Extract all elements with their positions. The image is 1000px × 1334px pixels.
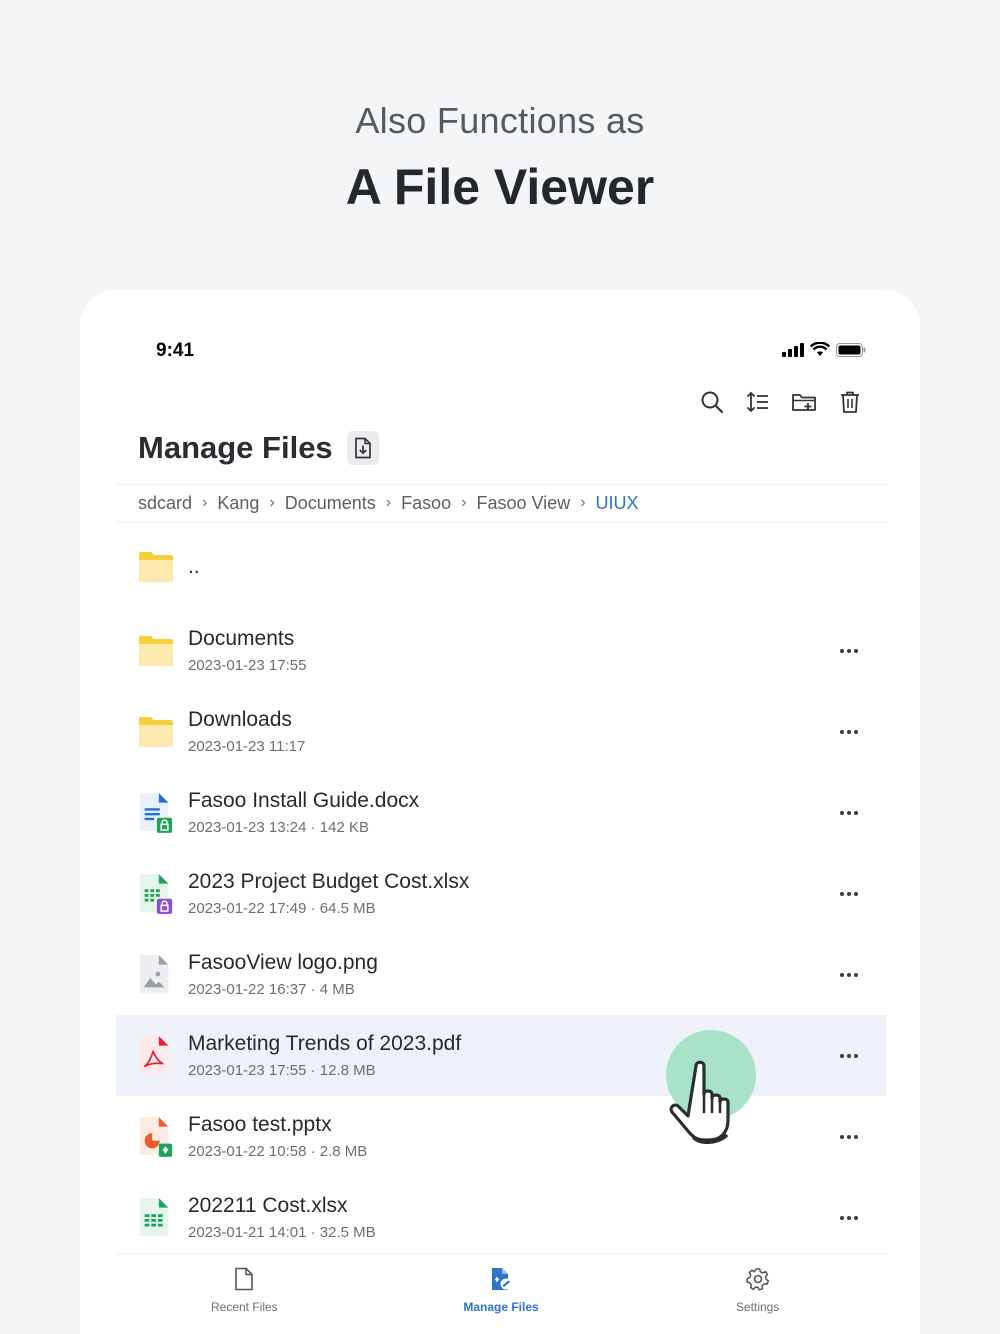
file-name: 2023 Project Budget Cost.xlsx [188,870,470,893]
touch-indicator [666,1030,756,1144]
breadcrumb-item[interactable]: Documents [285,493,376,514]
more-options-icon[interactable] [836,722,862,742]
list-item[interactable]: Fasoo Install Guide.docx 2023-01-23 13:2… [116,772,886,853]
signal-icon [782,342,804,362]
trash-icon[interactable] [836,388,864,416]
bottom-nav: Recent Files Manage Files Settings [116,1254,886,1334]
status-icons [782,341,866,362]
xlsx-locked-icon [138,869,174,919]
battery-icon [836,342,866,362]
chevron-right-icon: › [461,494,467,511]
nav-label: Recent Files [210,1300,278,1314]
folder-icon [138,542,174,592]
list-item[interactable]: FasooView logo.png 2023-01-22 16:37 · 4 … [116,934,886,1015]
nav-label: Settings [736,1300,780,1314]
breadcrumb: sdcard › Kang › Documents › Fasoo › Faso… [116,484,886,522]
breadcrumb-item[interactable]: Fasoo [401,493,451,514]
file-meta: 2023-01-22 17:49 · 64.5 MB [188,900,376,917]
breadcrumb-item[interactable]: sdcard [138,493,192,514]
file-name: .. [188,555,200,578]
docx-locked-icon [138,788,174,838]
status-time: 9:41 [156,340,195,361]
file-download-icon[interactable] [346,431,379,465]
file-name: Marketing Trends of 2023.pdf [188,1032,462,1055]
file-meta: 2023-01-23 17:55 [188,657,307,674]
folder-icon [138,626,174,676]
nav-label: Manage Files [463,1300,539,1314]
nav-settings[interactable]: Settings [629,1255,886,1334]
nav-recent-files[interactable]: Recent Files [116,1255,373,1334]
xlsx-icon [138,1193,174,1243]
hero-title: A File Viewer [345,159,655,215]
chevron-right-icon: › [269,494,275,511]
file-list: .. Documents 2023-01-23 17:55 Downloads … [116,524,886,1258]
page-title: Manage Files [138,430,333,465]
file-meta: 2023-01-22 16:37 · 4 MB [188,981,355,998]
more-options-icon[interactable] [836,965,862,985]
file-name: Fasoo Install Guide.docx [188,789,420,812]
sort-icon[interactable] [744,388,772,416]
chevron-right-icon: › [385,494,392,511]
file-icon [233,1267,255,1294]
file-meta: 2023-01-23 17:55 · 12.8 MB [188,1062,376,1079]
breadcrumb-item[interactable]: Fasoo View [476,493,570,514]
hero-subtitle: Also Functions as [355,100,645,141]
pdf-icon [138,1031,174,1081]
new-folder-icon[interactable] [790,388,818,416]
pptx-icon [138,1112,174,1162]
file-meta: 2023-01-21 14:01 · 32.5 MB [188,1224,376,1241]
more-options-icon[interactable] [836,1208,862,1228]
search-icon[interactable] [698,388,726,416]
device-frame: 9:41 Manage Files sdcard › Kang › Docume… [80,290,920,1334]
list-item[interactable]: 2023 Project Budget Cost.xlsx 2023-01-22… [116,853,886,934]
list-item[interactable]: 202211 Cost.xlsx 2023-01-21 14:01 · 32.5… [116,1177,886,1258]
list-item[interactable]: Fasoo test.pptx 2023-01-22 10:58 · 2.8 M… [116,1096,886,1177]
list-item-selected[interactable]: Marketing Trends of 2023.pdf 2023-01-23 … [116,1015,886,1096]
file-name: Fasoo test.pptx [188,1113,332,1136]
chevron-right-icon: › [202,494,208,511]
nav-manage-files[interactable]: Manage Files [373,1255,630,1334]
list-item-parent-folder[interactable]: .. [116,524,886,610]
file-name: Downloads [188,708,292,731]
chevron-right-icon: › [580,494,586,511]
folder-icon [138,707,174,757]
more-options-icon[interactable] [836,641,862,661]
file-meta: 2023-01-23 13:24 · 142 KB [188,819,369,836]
more-options-icon[interactable] [836,884,862,904]
wifi-icon [809,341,831,362]
gear-icon [745,1267,770,1294]
list-item[interactable]: Documents 2023-01-23 17:55 [116,610,886,691]
breadcrumb-item[interactable]: Kang [217,493,259,514]
file-meta: 2023-01-23 11:17 [188,738,306,755]
toolbar [698,388,864,416]
hand-pointer-icon [669,1060,730,1144]
breadcrumb-current[interactable]: UIUX [596,493,639,514]
file-meta: 2023-01-22 10:58 · 2.8 MB [188,1143,368,1160]
file-name: 202211 Cost.xlsx [188,1194,348,1217]
manage-files-icon [489,1267,513,1294]
image-file-icon [138,950,174,1000]
more-options-icon[interactable] [836,1127,862,1147]
list-item[interactable]: Downloads 2023-01-23 11:17 [116,691,886,772]
file-name: Documents [188,627,295,650]
file-name: FasooView logo.png [188,951,378,974]
more-options-icon[interactable] [836,1046,862,1066]
more-options-icon[interactable] [836,803,862,823]
page-header: Manage Files [138,430,379,466]
